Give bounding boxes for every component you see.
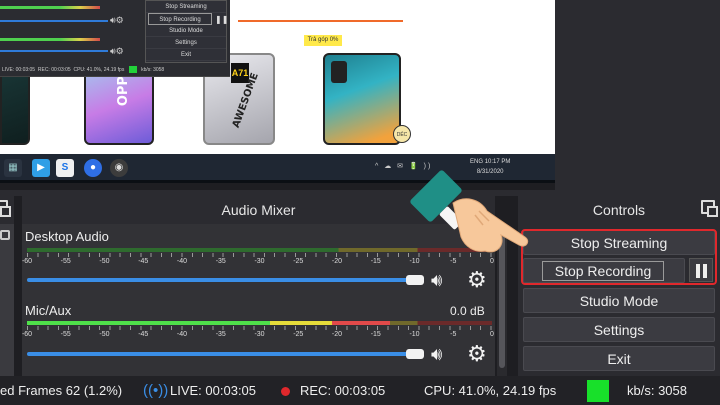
taskview-icon[interactable]: ▦: [4, 159, 22, 177]
live-time: LIVE: 00:03:05: [170, 383, 257, 398]
rec-time: REC: 00:03:05: [300, 383, 386, 398]
volume-slider-handle[interactable]: [406, 275, 424, 285]
app-icon[interactable]: S: [56, 159, 74, 177]
mini-health-indicator: [128, 66, 137, 74]
controls-title: Controls: [518, 196, 720, 224]
meter-ticks: [27, 326, 492, 330]
scale-label: -35: [215, 258, 226, 265]
mini-slider: [0, 20, 108, 22]
exit-button[interactable]: Exit: [523, 346, 715, 371]
mini-menu-item: Settings: [146, 37, 226, 49]
connection-health-indicator: [587, 380, 609, 402]
scale-label: -10: [409, 258, 420, 265]
settings-button[interactable]: Settings: [523, 317, 715, 342]
channel-name-desktop: Desktop Audio: [25, 229, 109, 244]
scale-label: -30: [254, 258, 265, 265]
mini-menu-item: Stop Recording: [148, 13, 212, 25]
mini-speaker-icon: 🔊︎⚙: [110, 15, 124, 25]
mini-kbs: kb/s: 3058: [141, 67, 165, 73]
speaker-icon[interactable]: 🔊︎: [431, 343, 455, 365]
gear-icon[interactable]: ⚙: [467, 342, 491, 366]
status-bar: ed Frames 62 (1.2%) ((•)) LIVE: 00:03:05…: [0, 376, 720, 405]
scale-label: -10: [409, 331, 420, 338]
app-icon[interactable]: ●: [84, 159, 102, 177]
mini-pause-icon: ❚❚: [215, 15, 229, 24]
scale-label: -20: [331, 258, 343, 265]
scale-label: -60: [21, 258, 33, 265]
mini-meter: [0, 38, 100, 41]
pointing-hand-icon: [410, 170, 529, 253]
promo-label: Trả góp 0%: [304, 35, 342, 46]
mini-menu-item: Studio Mode: [146, 25, 226, 37]
obs-window: { "preview": { "promo_text": "Trả góp 0%…: [0, 0, 720, 405]
mini-live: LIVE: 00:03:05: [2, 67, 36, 73]
scenes-panel-edge: [0, 224, 14, 376]
scale-label: 0: [490, 258, 494, 265]
scale-label: 0: [490, 331, 494, 338]
channel-db-mic: 0.0 dB: [450, 304, 485, 318]
mini-meter: [0, 6, 100, 9]
rec-dot-icon: [281, 387, 290, 396]
cpu-usage: CPU: 41.0%, 24.19 fps: [424, 383, 557, 398]
mini-status-bar: LIVE: 00:03:05 REC: 00:03:05 CPU: 41.0%,…: [0, 64, 230, 76]
scale-label: -15: [370, 258, 381, 265]
scale-label: -25: [293, 331, 304, 338]
nested-obs-capture: 🔊︎⚙ 🔊︎⚙ Stop Streaming Stop Recording St…: [0, 0, 230, 77]
scale-label: -50: [99, 258, 110, 265]
scale-label: -30: [254, 331, 265, 338]
preview-side-area: [555, 0, 720, 190]
dropped-frames: ed Frames 62 (1.2%): [0, 383, 123, 398]
mini-controls: Stop Streaming Stop Recording Studio Mod…: [145, 0, 227, 63]
scale-label: -35: [215, 331, 226, 338]
mini-rec: REC: 00:03:05: [37, 67, 71, 73]
scale-label: -55: [60, 331, 71, 338]
gear-icon[interactable]: ⚙: [467, 268, 491, 292]
scale-label: -40: [176, 331, 188, 338]
scale-label: -5: [450, 258, 457, 265]
mini-menu-item: Exit: [146, 49, 226, 61]
scale-label: -55: [60, 258, 71, 265]
header-divider: [238, 20, 403, 22]
scale-label: -25: [293, 258, 304, 265]
volume-slider-handle[interactable]: [406, 349, 424, 359]
channel-name-mic: Mic/Aux: [25, 303, 72, 318]
phone-image-redmi: [323, 53, 401, 145]
mini-speaker-icon: 🔊︎⚙: [110, 46, 124, 56]
mini-slider: [0, 50, 108, 52]
sticker-badge: DẺC: [393, 125, 411, 143]
scale-label: -40: [176, 258, 188, 265]
scale-label: -20: [331, 331, 343, 338]
mini-menu-item: Stop Streaming: [146, 1, 226, 13]
float-dock-icon[interactable]: [0, 200, 11, 217]
speaker-icon[interactable]: 🔊︎: [431, 269, 455, 291]
scale-label: -45: [138, 258, 149, 265]
highlight-box: [521, 229, 717, 285]
bitrate: kb/s: 3058: [627, 383, 687, 398]
volume-slider-desktop[interactable]: [27, 278, 422, 282]
meter-scale: -60 -55 -50 -45 -40 -35 -30 -25 -20 -15 -10 -5 0: [22, 331, 494, 343]
mini-cpu: CPU: 41.0%, 24.19 fps: [73, 67, 125, 73]
volume-meter-level: [27, 321, 390, 325]
volume-slider-mic[interactable]: [27, 352, 422, 356]
app-icon[interactable]: ▶: [32, 159, 50, 177]
meter-scale: -60 -55 -50 -45 -40 -35 -30 -25 -20 -15 -10 -5 0: [22, 258, 494, 270]
scale-label: -5: [450, 331, 457, 338]
camera-module: [331, 61, 347, 83]
obs-app-icon[interactable]: ◉: [110, 159, 128, 177]
scale-label: -60: [21, 331, 33, 338]
studio-mode-button[interactable]: Studio Mode: [523, 288, 715, 313]
scale-label: -15: [370, 331, 381, 338]
live-icon: ((•)): [143, 382, 169, 399]
scale-label: -45: [138, 331, 149, 338]
float-dock-icon[interactable]: [701, 200, 718, 217]
scale-label: -50: [99, 331, 110, 338]
lock-icon[interactable]: [0, 230, 10, 240]
